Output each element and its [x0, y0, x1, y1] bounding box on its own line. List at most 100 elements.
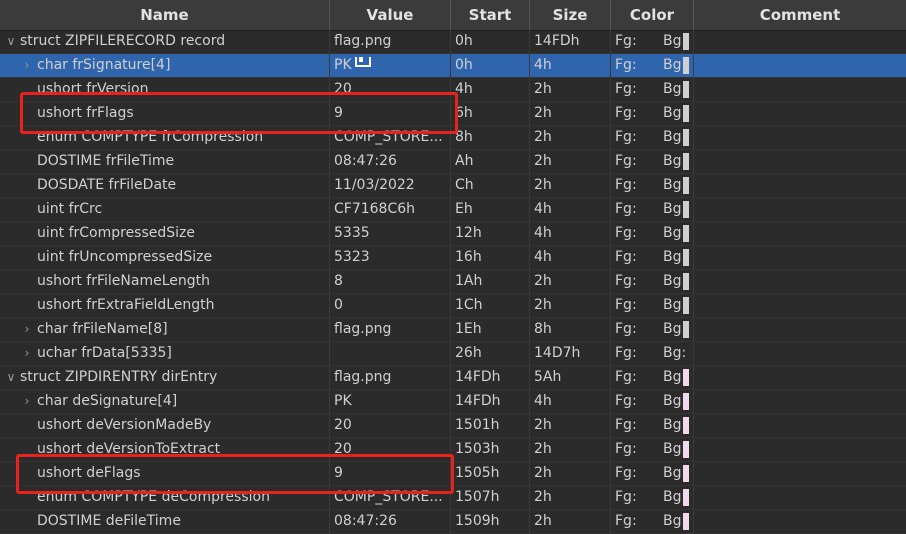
table-row[interactable]: › char frSignature[4] PK 0h 4h Fg: Bg:: [0, 54, 906, 78]
cell-value[interactable]: [330, 342, 451, 366]
cell-value[interactable]: 20: [330, 414, 451, 438]
cell-value[interactable]: 5323: [330, 246, 451, 270]
fg-label[interactable]: Fg:: [615, 438, 637, 460]
bg-color-swatch[interactable]: [683, 321, 689, 338]
bg-color-swatch[interactable]: [683, 177, 689, 194]
bg-color-swatch[interactable]: [683, 225, 689, 242]
fg-label[interactable]: Fg:: [615, 78, 637, 100]
fg-label[interactable]: Fg:: [615, 366, 637, 388]
chevron-right-icon[interactable]: ›: [20, 342, 34, 364]
fg-label[interactable]: Fg:: [615, 390, 637, 412]
cell-value[interactable]: 5335: [330, 222, 451, 246]
cell-comment[interactable]: [694, 174, 906, 198]
cell-comment[interactable]: [694, 78, 906, 102]
bg-color-swatch[interactable]: [683, 393, 689, 410]
bg-color-swatch[interactable]: [683, 129, 689, 146]
cell-value[interactable]: flag.png: [330, 30, 451, 54]
table-row[interactable]: ushort deVersionMadeBy 20 1501h 2h Fg: B…: [0, 414, 906, 438]
table-row[interactable]: ∨ struct ZIPDIRENTRY dirEntry flag.png 14…: [0, 366, 906, 390]
cell-value[interactable]: 08:47:26: [330, 150, 451, 174]
cell-value[interactable]: flag.png: [330, 318, 451, 342]
table-row[interactable]: uint frUncompressedSize 5323 16h 4h Fg: …: [0, 246, 906, 270]
table-row[interactable]: ushort frVersion 20 4h 2h Fg: Bg:: [0, 78, 906, 102]
table-row[interactable]: DOSTIME deFileTime 08:47:26 1509h 2h Fg:…: [0, 510, 906, 534]
chevron-down-icon[interactable]: ∨: [4, 366, 18, 388]
fg-label[interactable]: Fg:: [615, 222, 637, 244]
cell-value[interactable]: COMP_STORE...: [330, 486, 451, 510]
cell-comment[interactable]: [694, 294, 906, 318]
table-row[interactable]: DOSDATE frFileDate 11/03/2022 Ch 2h Fg: …: [0, 174, 906, 198]
chevron-right-icon[interactable]: ›: [20, 390, 34, 412]
header-value[interactable]: Value: [330, 0, 451, 30]
table-row[interactable]: ushort frFileNameLength 8 1Ah 2h Fg: Bg:: [0, 270, 906, 294]
fg-label[interactable]: Fg:: [615, 102, 637, 124]
bg-color-swatch[interactable]: [683, 57, 689, 74]
header-color[interactable]: Color: [611, 0, 694, 30]
fg-label[interactable]: Fg:: [615, 30, 637, 52]
cell-comment[interactable]: [694, 270, 906, 294]
bg-color-swatch[interactable]: [683, 417, 689, 434]
bg-label[interactable]: Bg:: [663, 342, 686, 364]
bg-color-swatch[interactable]: [683, 369, 689, 386]
cell-value[interactable]: 11/03/2022: [330, 174, 451, 198]
cell-value[interactable]: 08:47:26: [330, 510, 451, 534]
table-row[interactable]: ∨ struct ZIPFILERECORD record flag.png 0h…: [0, 30, 906, 54]
fg-label[interactable]: Fg:: [615, 462, 637, 484]
bg-color-swatch[interactable]: [683, 465, 689, 482]
cell-comment[interactable]: [694, 486, 906, 510]
table-row[interactable]: ushort deFlags 9 1505h 2h Fg: Bg:: [0, 462, 906, 486]
cell-value[interactable]: flag.png: [330, 366, 451, 390]
table-row[interactable]: DOSTIME frFileTime 08:47:26 Ah 2h Fg: Bg…: [0, 150, 906, 174]
header-start[interactable]: Start: [451, 0, 530, 30]
cell-comment[interactable]: [694, 198, 906, 222]
fg-label[interactable]: Fg:: [615, 270, 637, 292]
bg-color-swatch[interactable]: [683, 249, 689, 266]
bg-color-swatch[interactable]: [683, 153, 689, 170]
chevron-right-icon[interactable]: ›: [20, 54, 34, 76]
bg-color-swatch[interactable]: [683, 297, 689, 314]
table-row[interactable]: ushort frFlags 9 6h 2h Fg: Bg:: [0, 102, 906, 126]
fg-label[interactable]: Fg:: [615, 54, 637, 76]
fg-label[interactable]: Fg:: [615, 510, 637, 532]
cell-value[interactable]: 8: [330, 270, 451, 294]
table-row[interactable]: › uchar frData[5335] 26h 14D7h Fg: Bg:: [0, 342, 906, 366]
cell-comment[interactable]: [694, 342, 906, 366]
bg-color-swatch[interactable]: [683, 441, 689, 458]
fg-label[interactable]: Fg:: [615, 486, 637, 508]
table-row[interactable]: ushort deVersionToExtract 20 1503h 2h Fg…: [0, 438, 906, 462]
fg-label[interactable]: Fg:: [615, 414, 637, 436]
fg-label[interactable]: Fg:: [615, 342, 637, 364]
cell-value[interactable]: 0: [330, 294, 451, 318]
cell-value[interactable]: PK: [330, 54, 451, 78]
cell-comment[interactable]: [694, 126, 906, 150]
bg-color-swatch[interactable]: [683, 33, 689, 50]
cell-comment[interactable]: [694, 366, 906, 390]
cell-value[interactable]: 9: [330, 462, 451, 486]
cell-value[interactable]: 20: [330, 78, 451, 102]
table-row[interactable]: ushort frExtraFieldLength 0 1Ch 2h Fg: B…: [0, 294, 906, 318]
header-size[interactable]: Size: [530, 0, 611, 30]
cell-comment[interactable]: [694, 102, 906, 126]
cell-comment[interactable]: [694, 390, 906, 414]
header-comment[interactable]: Comment: [694, 0, 906, 30]
cell-comment[interactable]: [694, 462, 906, 486]
cell-comment[interactable]: [694, 318, 906, 342]
cell-comment[interactable]: [694, 54, 906, 78]
chevron-right-icon[interactable]: ›: [20, 318, 34, 340]
cell-comment[interactable]: [694, 438, 906, 462]
fg-label[interactable]: Fg:: [615, 246, 637, 268]
bg-color-swatch[interactable]: [683, 201, 689, 218]
bg-color-swatch[interactable]: [683, 81, 689, 98]
fg-label[interactable]: Fg:: [615, 150, 637, 172]
bg-color-swatch[interactable]: [683, 273, 689, 290]
fg-label[interactable]: Fg:: [615, 318, 637, 340]
table-row[interactable]: enum COMPTYPE deCompression COMP_STORE..…: [0, 486, 906, 510]
cell-comment[interactable]: [694, 246, 906, 270]
bg-color-swatch[interactable]: [683, 105, 689, 122]
cell-value[interactable]: 20: [330, 438, 451, 462]
table-row[interactable]: uint frCrc CF7168C6h Eh 4h Fg: Bg:: [0, 198, 906, 222]
fg-label[interactable]: Fg:: [615, 174, 637, 196]
cell-comment[interactable]: [694, 414, 906, 438]
header-name[interactable]: Name: [0, 0, 330, 30]
table-row[interactable]: › char frFileName[8] flag.png 1Eh 8h Fg: …: [0, 318, 906, 342]
